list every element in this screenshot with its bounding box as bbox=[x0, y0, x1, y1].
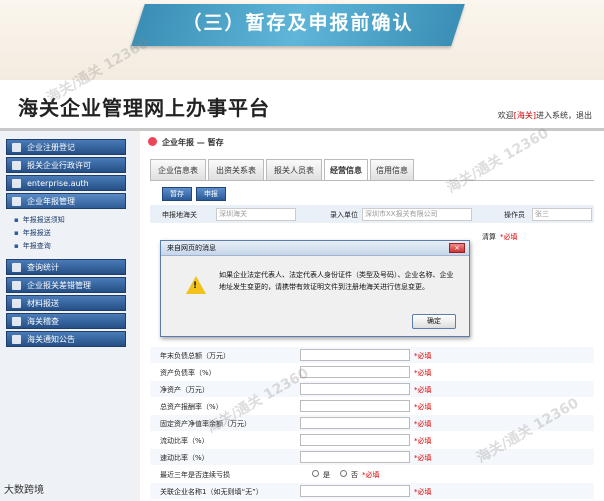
page-title-text: 企业年报 — 暂存 bbox=[162, 138, 224, 147]
portal-title: 海关企业管理网上办事平台 bbox=[18, 96, 270, 120]
sidebar-item-errors[interactable]: 企业报关差错管理 bbox=[6, 277, 126, 293]
sidebar-item-label: 海关稽查 bbox=[27, 317, 59, 326]
sidebar-item-auth[interactable]: enterprise.auth bbox=[6, 175, 126, 191]
affiliate-input[interactable] bbox=[300, 485, 410, 497]
quick-ratio-input[interactable] bbox=[300, 451, 410, 463]
sidebar-item-label: 报关企业行政许可 bbox=[27, 161, 91, 170]
operator-label: 操作员 bbox=[504, 211, 525, 219]
tab-enterprise-info[interactable]: 企业信息表 bbox=[150, 159, 206, 181]
sidebar-item-licensing[interactable]: 报关企业行政许可 bbox=[6, 157, 126, 173]
radio-no-label: 否 bbox=[351, 471, 358, 479]
radio-yes[interactable] bbox=[312, 470, 319, 477]
net-assets-input[interactable] bbox=[300, 383, 410, 395]
sidebar-item-annual-report[interactable]: 企业年报管理 bbox=[6, 193, 126, 209]
portal-header: 海关企业管理网上办事平台 欢迎[海关]进入系统，退出 bbox=[0, 80, 604, 130]
clear-label: 清算 bbox=[482, 233, 496, 241]
required-mark: *必填 bbox=[414, 369, 432, 377]
folder-icon bbox=[12, 179, 21, 188]
welcome-suffix: 进入系统， bbox=[536, 111, 576, 120]
sidebar-subitem-query[interactable]: 年报查询 bbox=[14, 241, 51, 252]
tab-divider bbox=[150, 180, 594, 181]
sidebar-item-label: 企业注册登记 bbox=[27, 143, 75, 152]
liabilities-input[interactable] bbox=[300, 349, 410, 361]
folder-icon bbox=[12, 299, 21, 308]
sidebar-item-statistics[interactable]: 查询统计 bbox=[6, 259, 126, 275]
folder-icon bbox=[12, 263, 21, 272]
tab-personnel[interactable]: 报关人员表 bbox=[266, 159, 322, 181]
current-user: [海关] bbox=[513, 111, 536, 120]
row-label-debt-ratio: 资产负债率（%） bbox=[160, 369, 216, 377]
dialog-message: 如果企业法定代表人、法定代表人身份证件（类型及号码）、企业名称、企业地址发生变更… bbox=[219, 271, 454, 291]
folder-icon bbox=[12, 143, 21, 152]
sidebar-item-label: 海关通知公告 bbox=[27, 335, 75, 344]
folder-icon bbox=[12, 317, 21, 326]
sidebar-subitem-submit[interactable]: 年报报送 bbox=[14, 228, 51, 239]
ok-button[interactable]: 确定 bbox=[412, 314, 456, 329]
folder-icon bbox=[12, 281, 21, 290]
footer-logo: 大数跨境 bbox=[4, 485, 44, 496]
sidebar-item-materials[interactable]: 材料报送 bbox=[6, 295, 126, 311]
record-icon bbox=[148, 137, 157, 146]
required-mark: *必填 bbox=[414, 403, 432, 411]
row-label-liabilities: 年末负债总额（万元） bbox=[160, 352, 230, 360]
sidebar-item-label: 查询统计 bbox=[27, 263, 59, 272]
exclamation-icon: ! bbox=[193, 281, 198, 291]
customs-label: 申报地海关 bbox=[162, 211, 197, 219]
folder-icon bbox=[12, 161, 21, 170]
submit-button[interactable]: 申报 bbox=[196, 187, 226, 201]
row-label-return-rate: 总资产报酬率（%） bbox=[160, 403, 223, 411]
clear-required: *必填 bbox=[500, 233, 518, 241]
radio-yes-label: 是 bbox=[323, 471, 330, 479]
sidebar: 企业注册登记 报关企业行政许可 enterprise.auth 企业年报管理 年… bbox=[0, 131, 132, 501]
alert-dialog: 来自网页的消息 × ! 如果企业法定代表人、法定代表人身份证件（类型及号码）、企… bbox=[160, 240, 470, 337]
debt-ratio-input[interactable] bbox=[300, 366, 410, 378]
sidebar-item-audit[interactable]: 海关稽查 bbox=[6, 313, 126, 329]
folder-icon bbox=[12, 335, 21, 344]
dialog-title: 来自网页的消息 bbox=[161, 241, 469, 256]
tab-operations[interactable]: 经营信息 bbox=[324, 159, 368, 181]
customs-field[interactable]: 深圳海关 bbox=[216, 208, 296, 221]
operator-field[interactable]: 张三 bbox=[532, 208, 592, 221]
required-mark: *必填 bbox=[362, 471, 380, 479]
sidebar-subitem-notice[interactable]: 年报报送须知 bbox=[14, 215, 65, 226]
logout-link[interactable]: 退出 bbox=[576, 111, 592, 120]
required-mark: *必填 bbox=[414, 437, 432, 445]
required-mark: *必填 bbox=[414, 454, 432, 462]
page-title: 企业年报 — 暂存 bbox=[148, 137, 224, 148]
save-button[interactable]: 暂存 bbox=[162, 187, 192, 201]
row-label-net-assets: 净资产（万元） bbox=[160, 386, 209, 394]
required-mark: *必填 bbox=[414, 386, 432, 394]
fixed-assets-input[interactable] bbox=[300, 417, 410, 429]
sidebar-item-label: enterprise.auth bbox=[27, 179, 89, 188]
required-mark: *必填 bbox=[414, 352, 432, 360]
banner-title: （三）暂存及申报前确认 bbox=[182, 12, 414, 34]
welcome-prefix: 欢迎 bbox=[497, 111, 514, 120]
row-label-quick-ratio: 速动比率（%） bbox=[160, 454, 209, 462]
folder-open-icon bbox=[12, 197, 21, 206]
row-label-affiliate: 关联企业名称1（如无则填“无”） bbox=[160, 488, 263, 496]
required-mark: *必填 bbox=[414, 420, 432, 428]
close-button[interactable]: × bbox=[449, 243, 465, 253]
return-rate-input[interactable] bbox=[300, 400, 410, 412]
sidebar-item-label: 材料报送 bbox=[27, 299, 59, 308]
required-mark: *必填 bbox=[414, 488, 432, 496]
tab-investment[interactable]: 出资关系表 bbox=[208, 159, 264, 181]
row-label-fixed-assets: 固定资产净值率余额（万元） bbox=[160, 420, 251, 428]
sidebar-item-label: 企业年报管理 bbox=[27, 197, 75, 206]
welcome-text: 欢迎[海关]进入系统，退出 bbox=[498, 110, 592, 121]
sidebar-item-registration[interactable]: 企业注册登记 bbox=[6, 139, 126, 155]
sidebar-item-label: 企业报关差错管理 bbox=[27, 281, 91, 290]
radio-no[interactable] bbox=[340, 470, 347, 477]
row-label-current-ratio: 流动比率（%） bbox=[160, 437, 209, 445]
current-ratio-input[interactable] bbox=[300, 434, 410, 446]
entry-unit-field[interactable]: 深圳市XX报关有限公司 bbox=[362, 208, 472, 221]
entry-unit-label: 录入单位 bbox=[330, 211, 358, 219]
sidebar-item-announcements[interactable]: 海关通知公告 bbox=[6, 331, 126, 347]
row-label-loss: 最近三年是否连续亏损 bbox=[160, 471, 230, 479]
tab-credit[interactable]: 信用信息 bbox=[370, 159, 414, 181]
